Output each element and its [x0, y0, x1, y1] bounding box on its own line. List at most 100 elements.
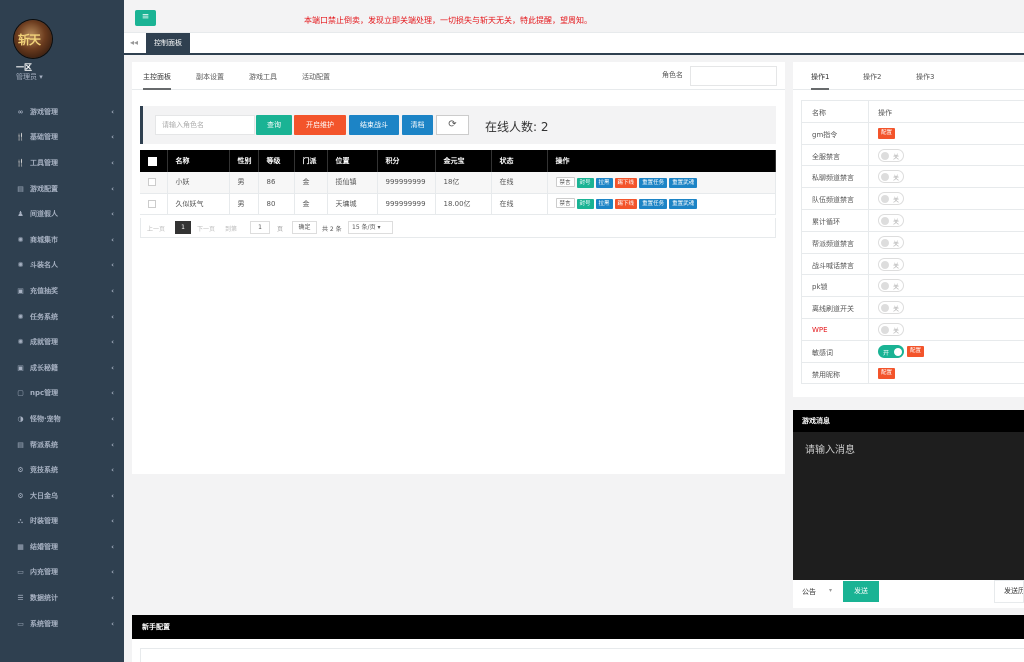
- cell-gender: 男: [229, 172, 259, 194]
- tab-back-icon[interactable]: ◂◂: [130, 38, 138, 47]
- action-button[interactable]: 拉黑: [595, 199, 613, 209]
- cell-gold: 18亿: [435, 172, 492, 194]
- toggle-label: 关: [893, 284, 900, 292]
- sidebar-item[interactable]: ▭ 内充管理 ‹: [0, 560, 124, 586]
- subtab-dungeon-settings[interactable]: 副本设置: [196, 72, 224, 82]
- row-checkbox[interactable]: [140, 193, 168, 215]
- action-button[interactable]: 拉黑: [595, 177, 613, 188]
- toggle-switch[interactable]: 关: [878, 322, 904, 336]
- prev-page-button[interactable]: 上一页: [147, 224, 165, 233]
- toggle-switch[interactable]: 关: [878, 192, 904, 206]
- sidebar-item[interactable]: ▣ 充值抽奖 ‹: [0, 278, 124, 304]
- subtab-main-control[interactable]: 主控面板: [143, 72, 171, 90]
- next-page-button[interactable]: 下一页: [197, 224, 215, 233]
- sidebar-item[interactable]: ⛬ 时装管理 ‹: [0, 509, 124, 535]
- sidebar-item[interactable]: ✺ 商城集市 ‹: [0, 227, 124, 253]
- sidebar-item[interactable]: ▦ 结婚管理 ‹: [0, 534, 124, 560]
- switch-name: 战斗喊话禁言: [812, 261, 854, 270]
- refresh-button[interactable]: ⟳: [436, 115, 469, 135]
- action-button[interactable]: 踢下线: [614, 199, 638, 209]
- message-textarea[interactable]: 请输入消息: [793, 432, 1024, 580]
- sidebar-item[interactable]: ⚙ 大日金乌 ‹: [0, 483, 124, 509]
- end-battle-button[interactable]: 结束战斗: [349, 115, 399, 135]
- toggle-switch[interactable]: 关: [878, 170, 904, 184]
- action-button[interactable]: 封号: [576, 177, 594, 188]
- nav-icon: ⚙: [17, 466, 24, 475]
- sidebar-item[interactable]: ✺ 斗装名人 ‹: [0, 253, 124, 279]
- sidebar-item[interactable]: ▢ npc管理 ‹: [0, 381, 124, 407]
- message-type-select[interactable]: 公告: [802, 587, 816, 597]
- chevron-left-icon: ‹: [111, 210, 114, 219]
- tab-op1[interactable]: 操作1: [811, 72, 830, 90]
- menu-toggle-button[interactable]: ≡: [135, 10, 156, 26]
- toggle-switch[interactable]: 关: [878, 235, 904, 249]
- sidebar-item[interactable]: ♟ 间道假人 ‹: [0, 201, 124, 227]
- sidebar-item[interactable]: ✺ 成就管理 ‹: [0, 329, 124, 355]
- sidebar-item[interactable]: ✺ 任务系统 ‹: [0, 304, 124, 330]
- sidebar-item[interactable]: 🍴 基础管理 ‹: [0, 125, 124, 151]
- toggle-label: 关: [893, 218, 900, 226]
- cell-actions: 禁言 封号 拉黑 踢下线 重置任务 重置武魂: [547, 193, 776, 215]
- toggle-switch[interactable]: 关: [878, 257, 904, 271]
- maintenance-button[interactable]: 开启维护: [294, 115, 346, 135]
- switch-name: 累计循环: [812, 217, 840, 226]
- page-confirm-button[interactable]: 确定: [292, 221, 317, 234]
- config-button[interactable]: 配置: [878, 367, 896, 379]
- sidebar-item-label: 工具管理: [30, 158, 58, 167]
- action-button[interactable]: 封号: [576, 199, 594, 209]
- col-name: 名称: [167, 150, 230, 172]
- toggle-switch[interactable]: 关: [878, 148, 904, 162]
- subtab-event-config[interactable]: 活动配置: [302, 72, 330, 82]
- toggle-switch[interactable]: 关: [878, 213, 904, 227]
- nav-icon: ♟: [17, 210, 24, 219]
- role-name-input[interactable]: [690, 66, 777, 86]
- row-checkbox[interactable]: [140, 172, 168, 194]
- sidebar-item[interactable]: ◑ 怪物·宠物 ‹: [0, 406, 124, 432]
- sidebar-item[interactable]: ▤ 帮派系统 ‹: [0, 432, 124, 458]
- chevron-left-icon: ‹: [111, 542, 114, 551]
- chevron-left-icon: ‹: [111, 184, 114, 193]
- action-button[interactable]: 禁言: [555, 198, 575, 208]
- subtab-game-tools[interactable]: 游戏工具: [249, 72, 277, 82]
- nav-icon: ▦: [17, 542, 24, 551]
- config-button[interactable]: 配置: [878, 127, 896, 139]
- sidebar-item[interactable]: 🍴 工具管理 ‹: [0, 150, 124, 176]
- action-button[interactable]: 禁言: [555, 176, 575, 187]
- clear-button[interactable]: 清档: [402, 115, 433, 135]
- toggle-switch[interactable]: 开: [878, 344, 904, 358]
- action-button[interactable]: 重置武魂: [669, 177, 698, 188]
- tab-op3[interactable]: 操作3: [916, 72, 934, 82]
- sidebar-item[interactable]: ▭ 系统管理 ‹: [0, 611, 124, 637]
- col-level: 等级: [258, 150, 295, 172]
- page-size-select[interactable]: 15 条/页 ▾: [348, 221, 393, 234]
- col-points: 积分: [377, 150, 436, 172]
- tab-op2[interactable]: 操作2: [863, 72, 881, 82]
- action-button[interactable]: 重置任务: [639, 199, 668, 209]
- sidebar-item[interactable]: ∞ 游戏管理 ‹: [0, 99, 124, 125]
- user-role-dropdown[interactable]: 管理员 ▾: [16, 72, 43, 82]
- role-search-input[interactable]: 请输入角色名: [155, 115, 255, 135]
- send-message-button[interactable]: 发送: [843, 581, 879, 602]
- sidebar-item[interactable]: ☰ 数据统计 ‹: [0, 585, 124, 611]
- sidebar-item-label: 基础管理: [30, 133, 58, 142]
- toggle-switch[interactable]: 关: [878, 301, 904, 315]
- sidebar-item[interactable]: ⚙ 竞技系统 ‹: [0, 457, 124, 483]
- search-toolbar: 请输入角色名 查询 开启维护 结束战斗 清档 ⟳ 在线人数: 2: [140, 106, 776, 144]
- toggle-switch[interactable]: 关: [878, 279, 904, 293]
- chevron-down-icon[interactable]: ▾: [829, 587, 832, 594]
- send-history-button[interactable]: 发送历史: [994, 580, 1024, 603]
- action-button[interactable]: 踢下线: [614, 177, 638, 188]
- query-button[interactable]: 查询: [256, 115, 292, 135]
- cell-level: 80: [258, 193, 295, 215]
- switch-row: 队伍频道禁言 关: [801, 188, 1024, 210]
- current-page[interactable]: 1: [175, 221, 191, 234]
- action-button[interactable]: 重置任务: [639, 177, 668, 188]
- config-button[interactable]: 配置: [907, 345, 925, 357]
- action-button[interactable]: 重置武魂: [669, 199, 698, 209]
- select-all-checkbox[interactable]: [140, 150, 168, 172]
- page-number-input[interactable]: 1: [250, 221, 270, 234]
- sidebar-item[interactable]: ▤ 游戏配置 ‹: [0, 176, 124, 202]
- switch-list: 名称 操作 gm指令 配置 全服禁言关私聊频道禁言关队伍频道禁言关累计循环关帮派频道…: [801, 100, 1024, 385]
- sidebar-item[interactable]: ▣ 成长秘籍 ‹: [0, 355, 124, 381]
- tab-control-panel[interactable]: 控制面板: [146, 33, 190, 53]
